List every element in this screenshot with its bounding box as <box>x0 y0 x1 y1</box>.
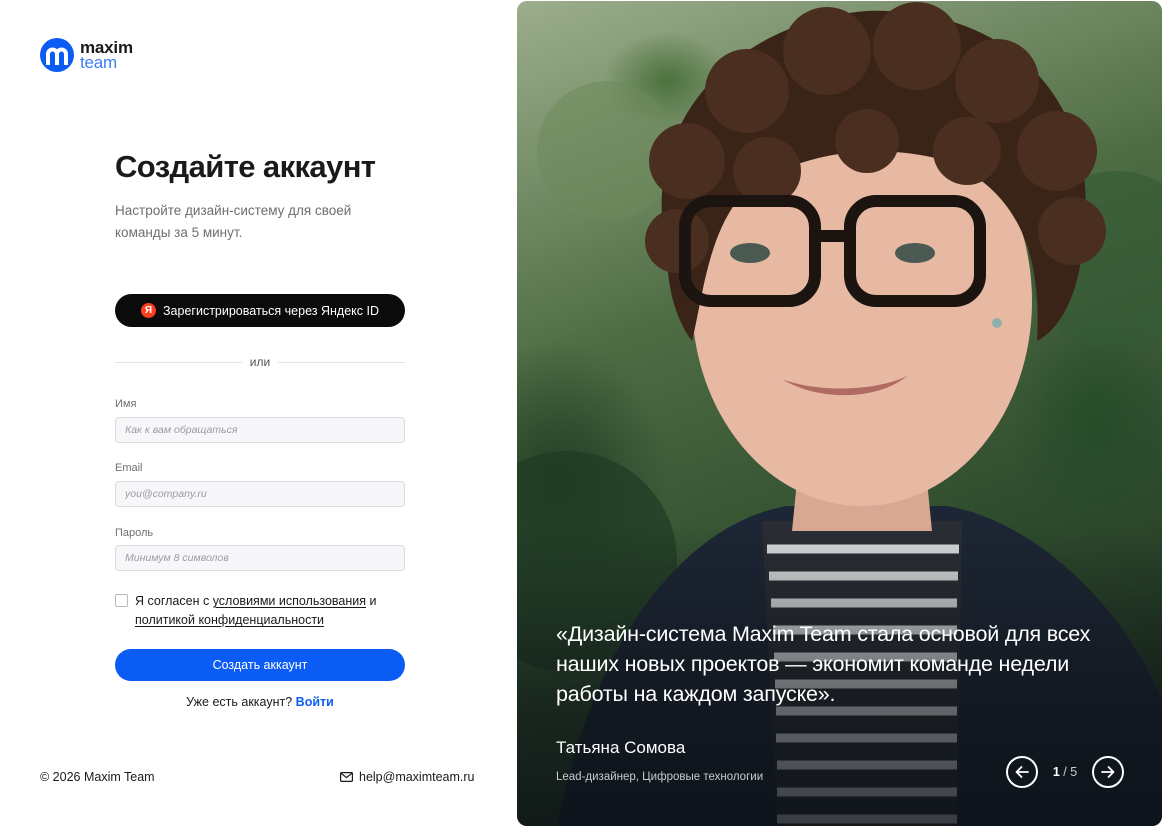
page-subtitle: Настройте дизайн-систему для своей коман… <box>115 203 352 240</box>
terms-agreement: Я согласен с условиями использования и п… <box>115 592 415 630</box>
email-label: Email <box>115 462 143 474</box>
next-testimonial-button[interactable] <box>1092 756 1124 788</box>
have-account-text: Уже есть аккаунт? <box>186 695 293 709</box>
copyright: © 2026 Maxim Team <box>40 770 155 784</box>
arrow-right-icon <box>1101 766 1115 778</box>
create-account-button[interactable]: Создать аккаунт <box>115 649 405 681</box>
logo[interactable]: maxim team <box>40 38 133 72</box>
mail-icon <box>340 772 353 782</box>
signup-panel: maxim team Создайте аккаунт Настройте ди… <box>0 0 517 829</box>
page-title: Создайте аккаунт <box>115 149 376 184</box>
testimonial-author: Татьяна Сомова <box>556 738 686 757</box>
testimonial-panel: «Дизайн-система Maxim Team стала основой… <box>517 1 1162 826</box>
divider-line-left <box>115 361 242 363</box>
terms-text: Я согласен с условиями использования и п… <box>135 592 415 630</box>
divider-line-right <box>278 361 406 363</box>
support-email-link[interactable]: help@maximteam.ru <box>340 770 475 784</box>
terms-prefix: Я согласен с <box>135 594 213 608</box>
signup-header: Создайте аккаунт Настройте дизайн-систем… <box>115 146 405 244</box>
signup-page: maxim team Создайте аккаунт Настройте ди… <box>0 0 1164 829</box>
counter-current: 1 <box>1052 765 1060 779</box>
login-link[interactable]: Войти <box>296 695 334 709</box>
arrow-left-icon <box>1015 766 1029 778</box>
terms-middle: и <box>366 594 377 608</box>
logo-line2: team <box>80 53 117 72</box>
privacy-link[interactable]: политикой конфиденциальности <box>135 613 324 627</box>
testimonial-role: Lead-дизайнер, Цифровые технологии <box>556 771 764 783</box>
yandex-icon: Я <box>141 303 156 318</box>
or-divider: или <box>115 354 406 370</box>
prev-testimonial-button[interactable] <box>1006 756 1038 788</box>
password-input[interactable] <box>115 545 405 571</box>
yandex-signup-label: Зарегистрироваться через Яндекс ID <box>163 303 379 318</box>
divider-text: или <box>249 355 271 369</box>
logo-mark-icon <box>40 38 74 72</box>
name-input[interactable] <box>115 417 405 443</box>
testimonial-pager: 1 / 5 <box>1006 756 1124 788</box>
terms-checkbox[interactable] <box>115 594 128 607</box>
email-input[interactable] <box>115 481 405 507</box>
password-label: Пароль <box>115 527 154 539</box>
support-email: help@maximteam.ru <box>359 770 475 784</box>
logo-wordmark: maxim team <box>80 39 133 71</box>
name-label: Имя <box>115 398 137 410</box>
yandex-signup-button[interactable]: Я Зарегистрироваться через Яндекс ID <box>115 294 405 327</box>
login-prompt: Уже есть аккаунт? Войти <box>115 695 405 709</box>
testimonial-quote: «Дизайн-система Maxim Team стала основой… <box>556 622 1091 706</box>
testimonial-counter: 1 / 5 <box>1050 765 1080 779</box>
terms-link[interactable]: условиями использования <box>213 594 366 608</box>
counter-total: / 5 <box>1063 765 1078 779</box>
